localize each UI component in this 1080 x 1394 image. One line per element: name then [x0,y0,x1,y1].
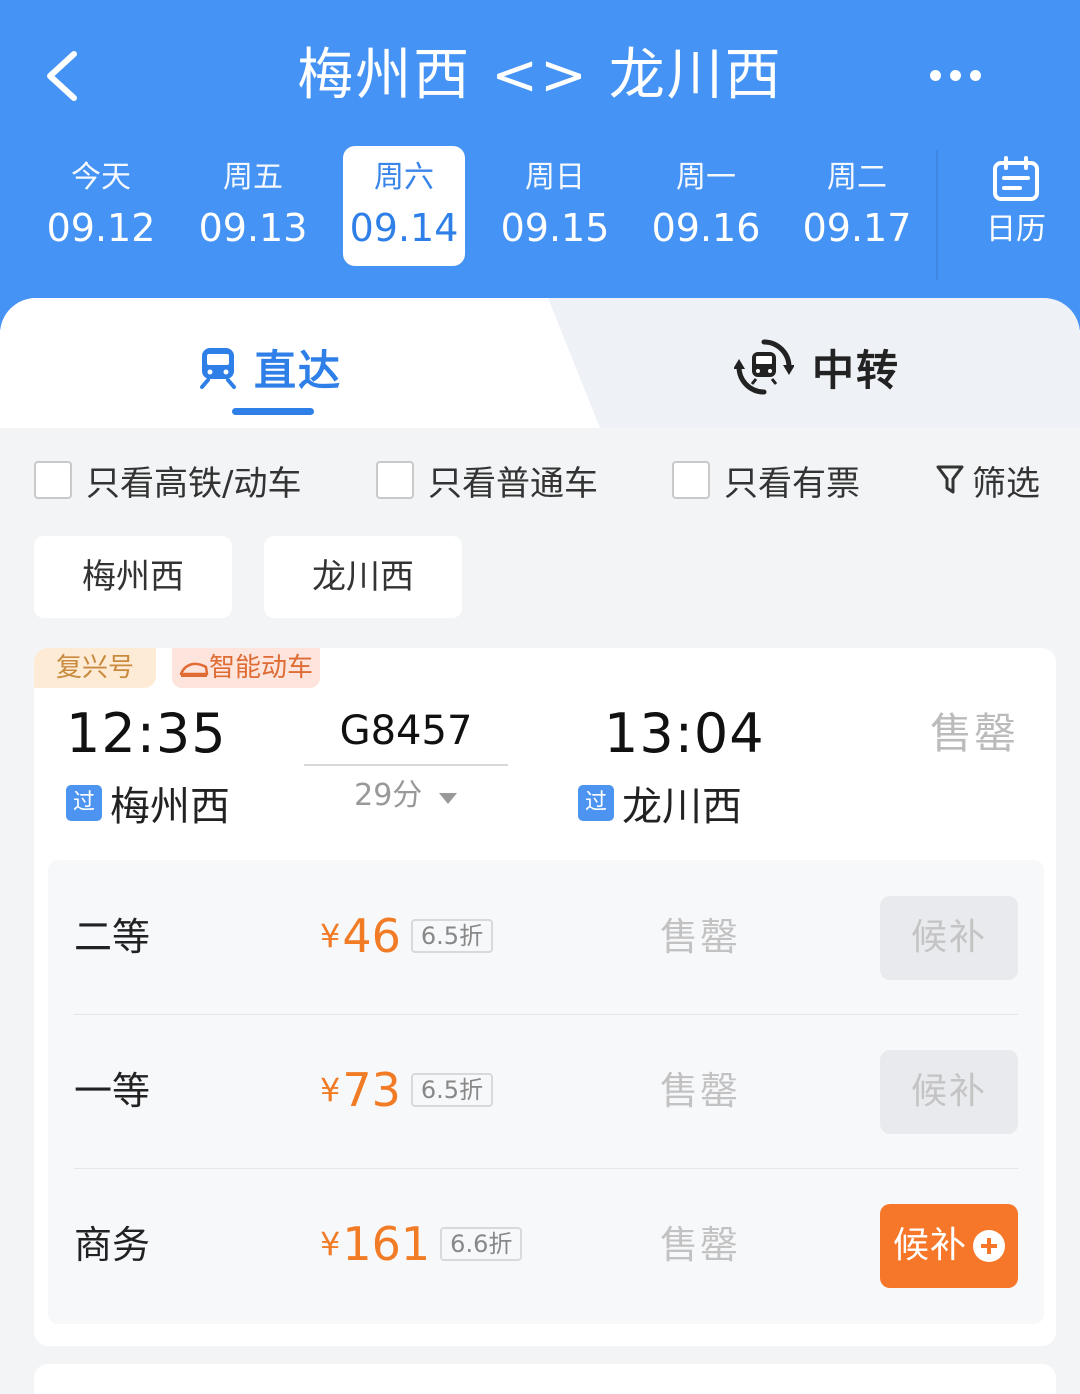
train-number[interactable]: G8457 [304,704,508,758]
station-chip-to[interactable]: 龙川西 [264,536,462,618]
filter-high-speed-label: 只看高铁/动车 [86,463,302,504]
seat-row-business: 商务 ¥ 161 6.6折 售罄 候补 [48,1168,1044,1322]
price-amount: 73 [342,1063,401,1117]
tab-direct-label: 直达 [254,345,343,395]
filter-bar: 只看高铁/动车 只看普通车 只看有票 筛选 [0,428,1080,528]
date-divider [936,150,938,280]
discount-badge: 6.6折 [440,1227,523,1261]
calendar-label: 日历 [986,212,1046,247]
waitlist-button[interactable]: 候补 [880,896,1018,980]
date-weekday: 周一 [676,160,736,195]
funnel-icon [936,465,964,494]
tag-fuxing: 复兴号 [34,648,156,688]
date-weekday: 周五 [223,160,283,195]
station-chip-from[interactable]: 梅州西 [34,536,232,618]
departure-station: 过 梅州西 [66,778,230,830]
mode-tabs: 直达 中转 [0,298,1080,428]
date-value: 09.13 [198,206,308,250]
currency-symbol: ¥ [320,1071,341,1109]
tag-smart-label: 智能动车 [208,653,313,683]
discount-badge: 6.5折 [410,1073,494,1107]
more-button[interactable] [924,58,988,94]
waitlist-button[interactable]: 候补 [880,1050,1018,1134]
more-dot-icon [930,70,941,81]
seat-price: ¥ 73 6.5折 [320,1060,494,1120]
departure-time: 12:35 [66,702,227,765]
tab-direct-content[interactable]: 直达 [196,334,342,400]
seat-class: 商务 [74,1223,151,1267]
discount-badge: 6.5折 [410,919,494,953]
bullet-train-icon [179,662,209,677]
tab-transfer[interactable]: 中转 [734,334,900,400]
filter-normal[interactable]: 只看普通车 [376,458,598,504]
triangle-down-icon [438,793,457,804]
arrival-time: 13:04 [604,702,765,765]
date-tab-0916[interactable]: 周一 09.16 [645,146,767,266]
filter-button[interactable]: 筛选 [936,458,1040,504]
calendar-button[interactable]: 日历 [968,156,1064,266]
currency-symbol: ¥ [320,917,341,955]
date-tab-0917[interactable]: 周二 09.17 [796,146,918,266]
train-status: 售罄 [930,709,1019,758]
route-title: 梅州西 <> 龙川西 [297,43,783,108]
date-value: 09.12 [46,206,156,250]
seat-price: ¥ 161 6.6折 [320,1214,523,1274]
date-value: 09.14 [349,206,459,250]
checkbox-available[interactable] [672,461,710,499]
more-dot-icon [970,70,981,81]
pass-through-badge: 过 [578,785,614,821]
plus-circle-icon [973,1230,1005,1262]
calendar-icon [993,156,1039,201]
price-amount: 46 [342,909,401,963]
arrival-station-name: 龙川西 [622,784,742,830]
seat-class: 二等 [74,915,151,959]
train-icon [200,348,236,389]
seat-row-first: 一等 ¥ 73 6.5折 售罄 候补 [48,1014,1044,1168]
date-tab-0915[interactable]: 周日 09.15 [494,146,616,266]
more-dot-icon [950,70,961,81]
train-card[interactable]: 复兴号 智能动车 12:35 G8457 29分 13:04 售罄 过 梅州西 … [34,648,1056,1346]
seat-status: 售罄 [660,1223,741,1267]
date-weekday: 周二 [827,160,887,195]
filter-button-label: 筛选 [972,463,1040,504]
tab-transfer-label: 中转 [812,345,901,395]
arrival-station: 过 龙川西 [578,778,742,830]
transfer-train-icon [734,339,794,395]
waitlist-label: 候补 [892,1225,967,1266]
waitlist-button-active[interactable]: 候补 [880,1204,1018,1288]
tag-smart-emu: 智能动车 [172,648,320,688]
seat-list: 二等 ¥ 46 6.5折 售罄 候补 一等 ¥ 73 6.5折 售罄 候补 商务… [48,860,1044,1324]
filter-high-speed[interactable]: 只看高铁/动车 [34,458,302,504]
seat-status: 售罄 [660,1069,741,1113]
tab-active-indicator [232,408,314,415]
train-route-line [304,764,508,766]
date-tab-0913[interactable]: 周五 09.13 [192,146,314,266]
date-tab-0914-selected[interactable]: 周六 09.14 [343,146,465,266]
filter-available-label: 只看有票 [724,463,860,504]
pass-through-badge: 过 [66,785,102,821]
currency-symbol: ¥ [320,1225,341,1263]
next-train-card[interactable] [34,1364,1056,1394]
filter-available[interactable]: 只看有票 [672,458,860,504]
date-weekday: 周日 [525,160,585,195]
seat-price: ¥ 46 6.5折 [320,906,494,966]
checkbox-normal[interactable] [376,461,414,499]
price-amount: 161 [342,1217,431,1271]
checkbox-high-speed[interactable] [34,461,72,499]
date-value: 09.15 [500,206,610,250]
duration-text: 29分 [354,778,423,813]
top-header: 梅州西 <> 龙川西 今天 09.12 周五 09.13 周六 09.14 周日… [0,0,1080,330]
date-weekday: 周六 [374,160,434,195]
duration-toggle[interactable]: 29分 [304,776,508,816]
date-tab-0912[interactable]: 今天 09.12 [40,146,162,266]
seat-row-second: 二等 ¥ 46 6.5折 售罄 候补 [48,860,1044,1014]
date-value: 09.17 [802,206,912,250]
departure-station-name: 梅州西 [110,784,230,830]
date-weekday: 今天 [71,160,131,195]
seat-class: 一等 [74,1069,151,1113]
date-value: 09.16 [651,206,761,250]
filter-normal-label: 只看普通车 [428,463,598,504]
seat-status: 售罄 [660,915,741,959]
